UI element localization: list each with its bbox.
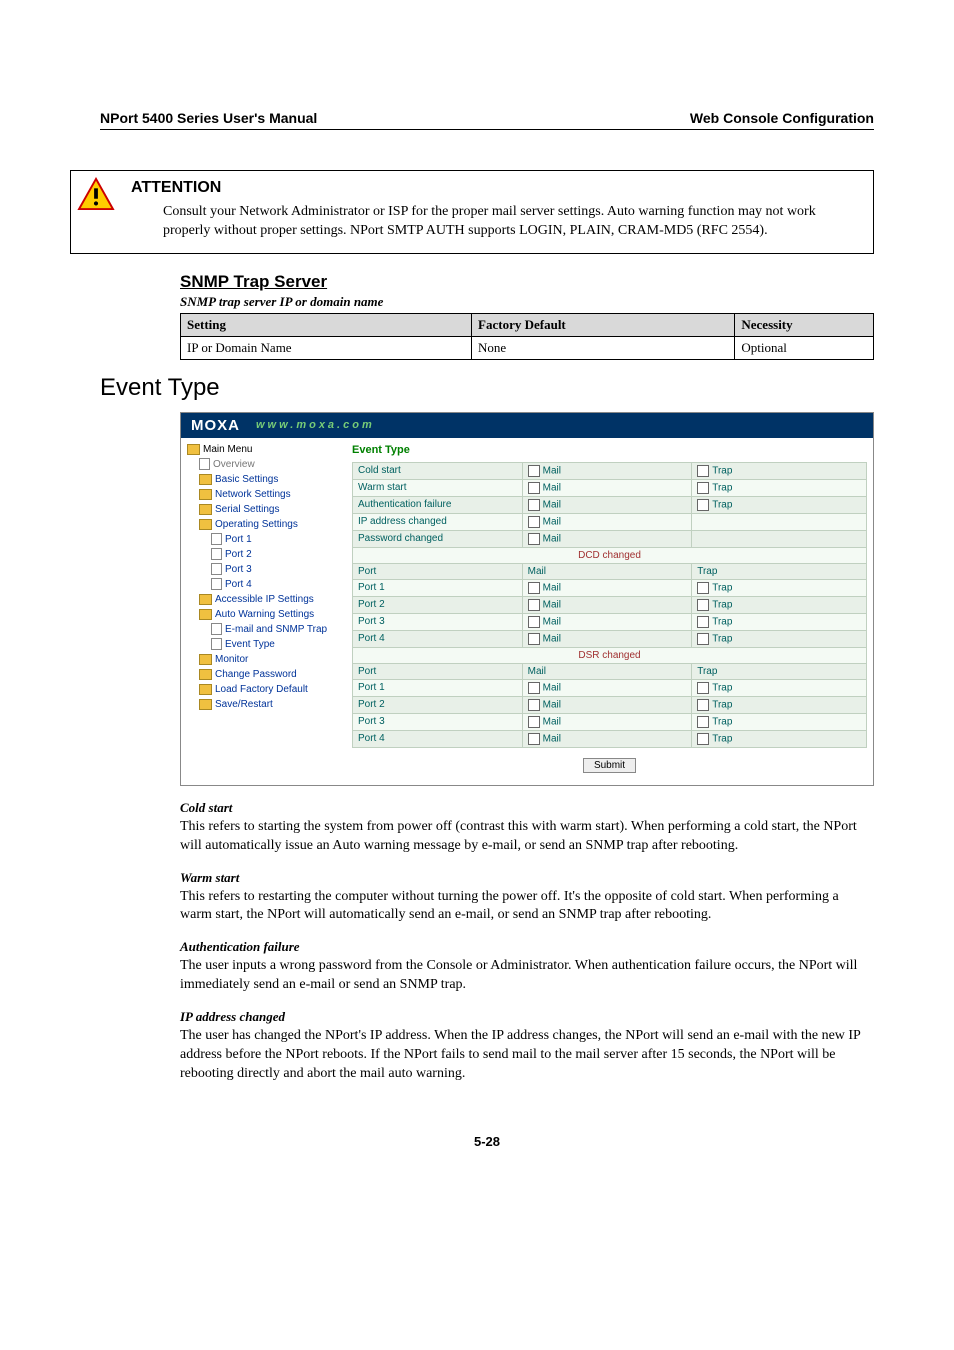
tree-item[interactable]: Port 2 [187, 547, 342, 562]
page-header: NPort 5400 Series User's Manual Web Cons… [100, 110, 874, 130]
attention-title: ATTENTION [131, 179, 861, 197]
snmp-table: Setting Factory Default Necessity IP or … [180, 313, 874, 360]
tree-item[interactable]: Port 4 [187, 577, 342, 592]
attention-body: Consult your Network Administrator or IS… [163, 203, 861, 241]
page-number: 5-28 [100, 1134, 874, 1149]
snmp-heading: SNMP Trap Server [180, 272, 874, 292]
checkbox[interactable] [528, 699, 540, 711]
checkbox[interactable] [528, 533, 540, 545]
checkbox[interactable] [528, 599, 540, 611]
row-necessity: Optional [735, 336, 874, 359]
event-table: Cold startMailTrapWarm startMailTrapAuth… [352, 462, 867, 748]
tree-item[interactable]: E-mail and SNMP Trap [187, 622, 342, 637]
attention-box: ATTENTION Consult your Network Administr… [70, 170, 874, 254]
row-default: None [472, 336, 735, 359]
checkbox[interactable] [528, 616, 540, 628]
tree-item[interactable]: Event Type [187, 637, 342, 652]
auth-head: Authentication failure [180, 939, 874, 955]
checkbox[interactable] [528, 482, 540, 494]
tree-item[interactable]: Network Settings [187, 487, 342, 502]
web-console-screenshot: MOXA www.moxa.com Main MenuOverviewBasic… [180, 412, 874, 786]
event-name: Warm start [358, 482, 407, 493]
port-name: Port 3 [358, 616, 385, 627]
checkbox[interactable] [528, 716, 540, 728]
port-name: Port 2 [358, 699, 385, 710]
tree-item[interactable]: Port 1 [187, 532, 342, 547]
port-name: Port 2 [358, 599, 385, 610]
ip-head: IP address changed [180, 1009, 874, 1025]
tree-item[interactable]: Monitor [187, 652, 342, 667]
port-name: Port 4 [358, 733, 385, 744]
checkbox[interactable] [697, 699, 709, 711]
moxa-logo: MOXA [191, 417, 240, 434]
tree-item: Overview [187, 457, 342, 472]
checkbox[interactable] [697, 633, 709, 645]
moxa-url: www.moxa.com [256, 419, 375, 431]
pane-title: Event Type [352, 444, 867, 456]
port-name: Port 4 [358, 633, 385, 644]
tree-item[interactable]: Operating Settings [187, 517, 342, 532]
port-name: Port 3 [358, 716, 385, 727]
submit-button[interactable]: Submit [583, 758, 636, 773]
checkbox[interactable] [697, 582, 709, 594]
section-header: DSR changed [353, 647, 867, 663]
checkbox[interactable] [528, 499, 540, 511]
event-type-heading: Event Type [100, 374, 874, 402]
header-right: Web Console Configuration [690, 110, 874, 126]
checkbox[interactable] [697, 465, 709, 477]
nav-tree: Main MenuOverviewBasic SettingsNetwork S… [181, 438, 346, 785]
event-name: Cold start [358, 465, 401, 476]
snmp-sub: SNMP trap server IP or domain name [180, 294, 874, 310]
checkbox[interactable] [528, 516, 540, 528]
col-necessity: Necessity [735, 313, 874, 336]
header-left: NPort 5400 Series User's Manual [100, 110, 317, 126]
tree-item[interactable]: Port 3 [187, 562, 342, 577]
cold-para: This refers to starting the system from … [180, 818, 874, 856]
tree-item[interactable]: Auto Warning Settings [187, 607, 342, 622]
content-pane: Event Type Cold startMailTrapWarm startM… [346, 438, 873, 785]
tree-item[interactable]: Accessible IP Settings [187, 592, 342, 607]
trap-col: Trap [692, 563, 867, 579]
checkbox[interactable] [528, 633, 540, 645]
checkbox[interactable] [528, 582, 540, 594]
port-col: Port [353, 563, 523, 579]
auth-para: The user inputs a wrong password from th… [180, 957, 874, 995]
tree-item[interactable]: Basic Settings [187, 472, 342, 487]
warm-head: Warm start [180, 870, 874, 886]
trap-col: Trap [692, 663, 867, 679]
cold-head: Cold start [180, 800, 874, 816]
port-name: Port 1 [358, 582, 385, 593]
warning-icon [77, 177, 115, 211]
tree-item: Main Menu [187, 442, 342, 457]
checkbox[interactable] [697, 733, 709, 745]
checkbox[interactable] [697, 616, 709, 628]
checkbox[interactable] [697, 682, 709, 694]
section-header: DCD changed [353, 547, 867, 563]
row-setting: IP or Domain Name [181, 336, 472, 359]
port-name: Port 1 [358, 682, 385, 693]
ip-para: The user has changed the NPort's IP addr… [180, 1027, 874, 1084]
event-name: Password changed [358, 533, 443, 544]
tree-item[interactable]: Load Factory Default [187, 682, 342, 697]
checkbox[interactable] [528, 682, 540, 694]
tree-item[interactable]: Serial Settings [187, 502, 342, 517]
checkbox[interactable] [697, 599, 709, 611]
console-header: MOXA www.moxa.com [181, 413, 873, 438]
checkbox[interactable] [528, 733, 540, 745]
warm-para: This refers to restarting the computer w… [180, 888, 874, 926]
event-name: Authentication failure [358, 499, 451, 510]
port-col: Port [353, 663, 523, 679]
checkbox[interactable] [697, 482, 709, 494]
tree-item[interactable]: Save/Restart [187, 697, 342, 712]
col-default: Factory Default [472, 313, 735, 336]
mail-col: Mail [522, 563, 692, 579]
checkbox[interactable] [528, 465, 540, 477]
checkbox[interactable] [697, 499, 709, 511]
tree-item[interactable]: Change Password [187, 667, 342, 682]
mail-col: Mail [522, 663, 692, 679]
event-name: IP address changed [358, 516, 447, 527]
col-setting: Setting [181, 313, 472, 336]
checkbox[interactable] [697, 716, 709, 728]
